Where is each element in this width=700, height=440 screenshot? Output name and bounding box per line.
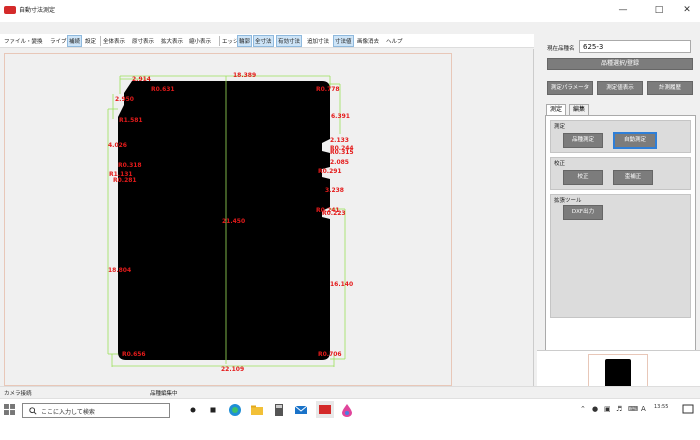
calibration-group: 校正 校正 歪補正	[550, 157, 691, 190]
tray-volume-icon[interactable]: ♬	[616, 405, 622, 413]
tray-clock[interactable]: 13:55	[654, 404, 668, 410]
tray-mic-icon[interactable]: ●	[592, 405, 598, 413]
dim-label: R0.656	[122, 351, 146, 358]
dim-label: R0.281	[113, 177, 137, 184]
tray-input-icon[interactable]: A	[641, 405, 646, 413]
dim-label: R0.631	[151, 86, 175, 93]
extension-tools-group: 拡張ツール DXF出力	[550, 194, 691, 318]
dim-label: R0.223	[322, 210, 346, 217]
record-icon[interactable]	[206, 403, 220, 417]
dim-label: 3.238	[325, 187, 344, 194]
tab-content: 測定 品種測定 自動測定 校正 校正 歪補正 拡張ツール DXF出力	[545, 115, 696, 353]
dim-label: 22.109	[221, 366, 245, 373]
menu-capture[interactable]: 補続	[67, 35, 83, 47]
product-name-label: 現在品種名	[547, 46, 575, 52]
dim-label: 2.950	[115, 96, 134, 103]
measure-value-button[interactable]: 測定値表示	[597, 81, 643, 95]
search-placeholder: ここに入力して検索	[41, 409, 95, 416]
dim-label: 4.026	[108, 142, 127, 149]
window-title: 自動寸法測定	[19, 7, 56, 14]
windows-taskbar: ここに入力して検索 ⌃ ● ▣ ♬ ⌨ A 13:55	[0, 398, 700, 440]
dxf-export-button[interactable]: DXF出力	[563, 205, 603, 220]
menu-actual-size[interactable]: 原寸表示	[132, 37, 154, 45]
dim-label: 16.140	[330, 281, 354, 288]
measure-history-button[interactable]: 計測履歴	[647, 81, 693, 95]
menu-all-dimensions[interactable]: 全寸法	[253, 35, 274, 47]
maximize-button[interactable]: □	[650, 4, 668, 16]
dim-label: R0.291	[318, 168, 342, 175]
status-bar: カメラ接続 品種編集中	[0, 386, 700, 398]
distortion-correct-button[interactable]: 歪補正	[613, 170, 653, 185]
dim-label: 2.085	[330, 159, 349, 166]
dim-label: R0.706	[318, 351, 342, 358]
dim-label: 2.914	[132, 76, 151, 83]
title-bar: 自動寸法測定 — □ ✕	[0, 0, 700, 22]
measurement-canvas[interactable]: 18.389 2.914 R0.631 R0.778 2.950 R1.581 …	[0, 49, 534, 386]
measurement-app-icon[interactable]	[316, 401, 334, 418]
dim-label: R0.778	[316, 86, 340, 93]
extension-tools-label: 拡張ツール	[554, 198, 582, 204]
camera-status: カメラ接続	[4, 391, 32, 397]
tab-edit[interactable]: 編集	[569, 104, 590, 115]
tray-chevron-icon[interactable]: ⌃	[580, 405, 586, 413]
menu-valid-dimensions[interactable]: 有効寸法	[276, 35, 303, 47]
dim-label: 18.389	[233, 72, 257, 79]
menu-help[interactable]: ヘルプ	[386, 37, 403, 45]
minimize-button[interactable]: —	[614, 4, 632, 16]
tab-measure[interactable]: 測定	[546, 104, 567, 115]
dim-label: 6.391	[331, 113, 350, 120]
search-icon	[29, 407, 37, 415]
mode-status: 品種編集中	[150, 391, 178, 397]
edge-browser-icon[interactable]	[228, 403, 242, 417]
menu-contour[interactable]: 輪郭	[237, 35, 253, 47]
calibration-group-label: 校正	[554, 161, 566, 167]
menu-zoom-out[interactable]: 縮小表示	[189, 37, 211, 45]
product-measure-button[interactable]: 品種測定	[563, 133, 603, 148]
measure-group: 測定 品種測定 自動測定	[550, 120, 691, 153]
menu-file-convert[interactable]: ファイル・變換	[4, 37, 43, 45]
close-button[interactable]: ✕	[678, 4, 696, 16]
dim-label: R1.581	[119, 117, 143, 124]
app-logo-icon	[4, 6, 16, 14]
menu-settings[interactable]: 設定	[85, 37, 96, 45]
app-window: 自動寸法測定 — □ ✕ ファイル・變換 ライブ 補続 設定 全体表示 原寸表示…	[0, 0, 700, 398]
tray-network-icon[interactable]: ▣	[604, 405, 611, 413]
task-view-icon[interactable]	[186, 403, 200, 417]
drawing-layer	[107, 75, 346, 367]
menu-live[interactable]: ライブ	[50, 37, 67, 45]
colorful-app-icon[interactable]	[340, 403, 354, 417]
menu-dimension-values[interactable]: 寸法値	[333, 35, 354, 47]
control-panel: 現在品種名 625-3 品種選択/登録 測定パラメータ 測定値表示 計測履歴 測…	[537, 34, 700, 353]
product-name-field[interactable]: 625-3	[579, 40, 691, 53]
mail-icon[interactable]	[294, 403, 308, 417]
dim-label: R0.318	[118, 162, 142, 169]
calculator-icon[interactable]	[272, 403, 286, 417]
menu-fit-view[interactable]: 全体表示	[103, 37, 125, 45]
dim-label: 18.804	[108, 267, 132, 274]
menu-clear-image[interactable]: 画像消去	[357, 37, 379, 45]
calibrate-button[interactable]: 校正	[563, 170, 603, 185]
menu-zoom-in[interactable]: 拡大表示	[161, 37, 183, 45]
menu-add-dimension[interactable]: 追加寸法	[307, 37, 329, 45]
measure-parameter-button[interactable]: 測定パラメータ	[547, 81, 593, 95]
toolbar-menu: ファイル・變換 ライブ 補続 設定 全体表示 原寸表示 拡大表示 縮小表示 エッ…	[0, 34, 534, 48]
windows-start-icon[interactable]	[4, 404, 15, 415]
notification-icon[interactable]	[682, 403, 694, 415]
dim-label: 21.450	[222, 218, 246, 225]
menu-separator	[219, 36, 220, 46]
taskbar-search-box[interactable]: ここに入力して検索	[22, 403, 170, 418]
dim-label: 2.133	[330, 137, 349, 144]
auto-measure-button[interactable]: 自動測定	[613, 132, 657, 149]
dim-label: R0.315	[330, 149, 354, 156]
product-select-button[interactable]: 品種選択/登録	[547, 58, 693, 70]
menu-separator	[100, 36, 101, 46]
measure-group-label: 測定	[554, 124, 566, 130]
file-explorer-icon[interactable]	[250, 403, 264, 417]
tray-keyboard-icon[interactable]: ⌨	[628, 405, 638, 413]
